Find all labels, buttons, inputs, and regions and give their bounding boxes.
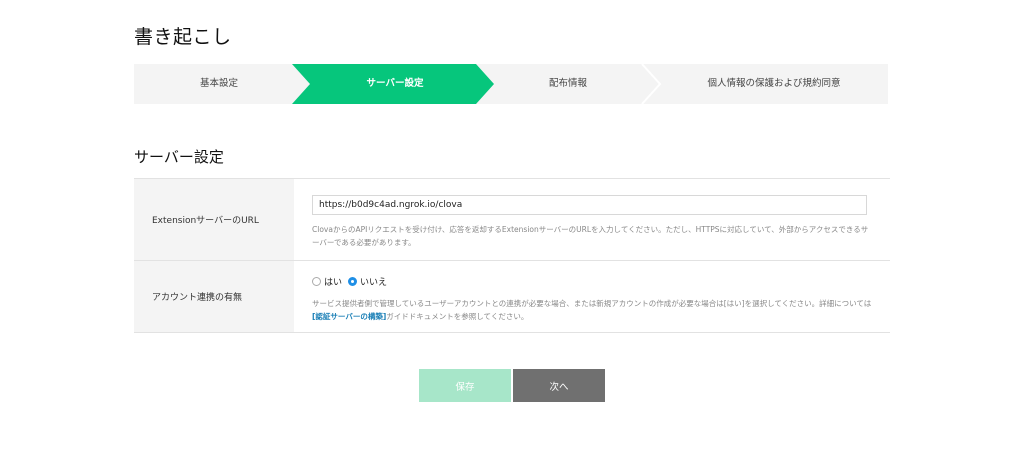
account-linking-content: はい いいえ サービス提供者側で管理しているユーザーアカウントとの連携が必要な場… xyxy=(294,261,890,332)
form-row-extension-url: ExtensionサーバーのURL ClovaからのAPIリクエストを受け付け、… xyxy=(134,179,890,261)
step-privacy-terms[interactable]: 個人情報の保護および規約同意 xyxy=(660,64,888,104)
radio-no-circle[interactable] xyxy=(348,276,358,286)
extension-url-label: ExtensionサーバーのURL xyxy=(134,179,294,260)
radio-yes[interactable]: はい xyxy=(312,275,342,288)
step-distribution-info[interactable]: 配布情報 xyxy=(494,64,642,104)
progress-stepper: 基本設定 サーバー設定 配布情報 個人情報の保護および規約同意 xyxy=(134,64,888,104)
extension-url-content: ClovaからのAPIリクエストを受け付け、応答を返却するExtensionサー… xyxy=(294,179,890,260)
step-basic-settings[interactable]: 基本設定 xyxy=(134,64,304,104)
account-linking-radio-group: はい いいえ xyxy=(312,274,872,288)
radio-no-label: いいえ xyxy=(360,277,388,288)
section-title: サーバー設定 xyxy=(134,148,224,166)
radio-yes-label: はい xyxy=(324,277,343,288)
radio-yes-circle[interactable] xyxy=(312,276,321,286)
form-row-account-linking: アカウント連携の有無 はい いいえ サービス提供者側で管理しているユーザーアカウ… xyxy=(134,261,890,333)
step-server-settings[interactable]: サーバー設定 xyxy=(310,64,480,104)
next-button[interactable]: 次へ xyxy=(513,369,605,402)
auth-server-guide-link[interactable]: [認証サーバーの構築] xyxy=(312,312,386,321)
extension-url-input[interactable] xyxy=(312,195,867,215)
server-settings-form: ExtensionサーバーのURL ClovaからのAPIリクエストを受け付け、… xyxy=(134,178,890,333)
account-linking-label: アカウント連携の有無 xyxy=(134,261,294,332)
account-linking-help: サービス提供者側で管理しているユーザーアカウントとの連携が必要な場合、または新規… xyxy=(312,297,872,323)
save-button[interactable]: 保存 xyxy=(419,369,511,402)
extension-url-help: ClovaからのAPIリクエストを受け付け、応答を返却するExtensionサー… xyxy=(312,225,869,247)
account-linking-help-before: サービス提供者側で管理しているユーザーアカウントとの連携が必要な場合、または新規… xyxy=(312,299,872,308)
page-title: 書き起こし xyxy=(134,26,232,48)
radio-no[interactable]: いいえ xyxy=(348,275,387,288)
account-linking-help-after: ガイドドキュメントを参照してください。 xyxy=(386,312,529,321)
